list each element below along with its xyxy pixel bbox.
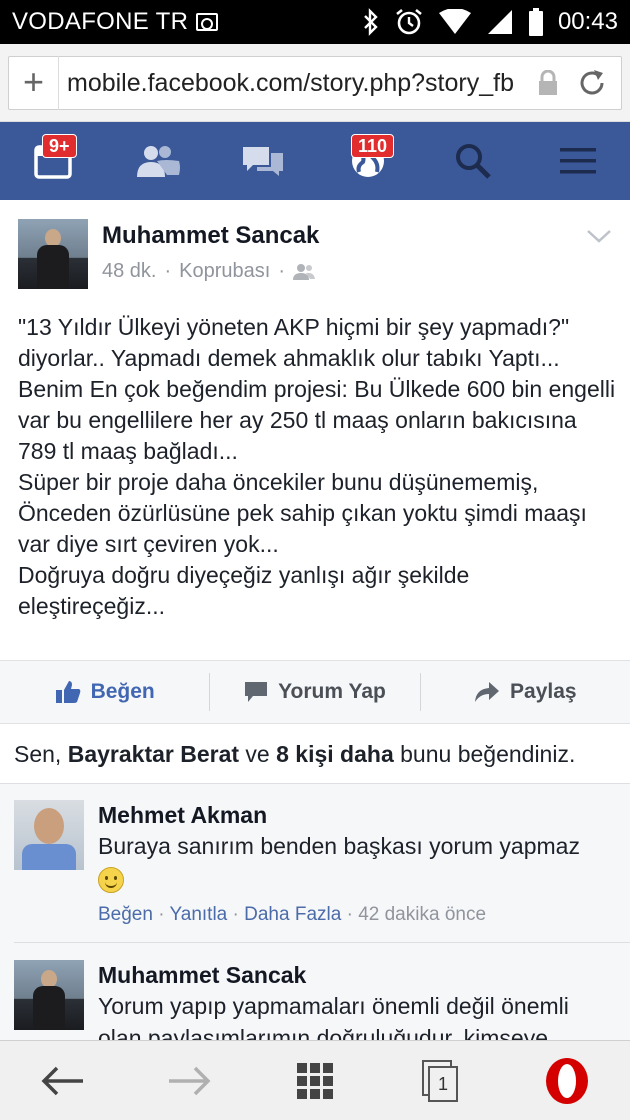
post-text: "13 Yıldır Ülkeyi yöneten AKP hiçmi bir … <box>18 314 616 619</box>
comment-meta-sep: · <box>152 904 170 925</box>
likes-name[interactable]: Bayraktar Berat <box>68 741 239 767</box>
browser-address-bar: + mobile.facebook.com/story.php?story_fb <box>0 44 630 122</box>
meta-separator: · <box>278 260 285 282</box>
bluetooth-icon <box>364 8 378 36</box>
comment-body: Buraya sanırım benden başkası yorum yapm… <box>98 833 580 859</box>
nav-menu[interactable] <box>525 122 630 200</box>
post-location[interactable]: Koprubası <box>179 260 270 283</box>
meta-separator: · <box>164 260 172 282</box>
post-meta: 48 dk. · Koprubası · <box>102 260 315 283</box>
likes-summary[interactable]: Sen, Bayraktar Berat ve 8 kişi daha bunu… <box>0 724 630 784</box>
nav-search[interactable] <box>420 122 525 200</box>
comment-more-link[interactable]: Daha Fazla <box>244 904 341 925</box>
comment-meta-sep: · <box>227 904 245 925</box>
share-arrow-icon <box>475 682 500 702</box>
comments-list: Mehmet Akman Buraya sanırım benden başka… <box>0 784 630 1040</box>
post-time[interactable]: 48 dk. <box>102 260 156 283</box>
url-box[interactable]: + mobile.facebook.com/story.php?story_fb <box>8 56 622 110</box>
clock: 00:43 <box>557 8 618 35</box>
comment-label: Yorum Yap <box>278 680 386 703</box>
smiley-emoji-icon <box>98 866 124 893</box>
notification-icon <box>196 13 219 31</box>
likes-others[interactable]: 8 kişi daha <box>276 741 394 767</box>
opera-logo-icon <box>546 1057 588 1104</box>
carrier-name: VODAFONE TR <box>12 8 189 35</box>
post-author[interactable]: Muhammet Sancak <box>102 222 319 250</box>
browser-bottom-bar: 1 <box>0 1040 630 1120</box>
nav-messages[interactable] <box>210 122 315 200</box>
back-button[interactable] <box>0 1041 126 1120</box>
post-options-chevron-icon[interactable] <box>586 228 612 249</box>
facebook-nav-bar: 9+ 110 <box>0 122 630 200</box>
post-card: Muhammet Sancak 48 dk. · Koprubası · "13… <box>0 200 630 660</box>
share-label: Paylaş <box>510 680 577 703</box>
back-arrow-icon <box>41 1066 83 1095</box>
url-field[interactable]: mobile.facebook.com/story.php?story_fb <box>59 69 533 98</box>
wifi-icon <box>438 9 471 34</box>
tabs-icon: 1 <box>422 1059 460 1102</box>
grid-icon <box>297 1062 333 1099</box>
comment-button[interactable]: Yorum Yap <box>209 673 419 711</box>
search-icon <box>455 144 491 179</box>
lock-icon <box>533 70 563 96</box>
audience-friends-icon[interactable] <box>293 263 315 281</box>
comment-divider <box>14 942 630 943</box>
like-button[interactable]: Beğen <box>0 673 209 711</box>
alarm-icon <box>396 8 422 35</box>
likes-suffix: bunu beğendiniz. <box>393 741 576 767</box>
friends-icon <box>136 146 180 177</box>
reload-icon[interactable] <box>563 67 621 99</box>
likes-middle: ve <box>239 741 277 767</box>
comment-author[interactable]: Mehmet Akman <box>98 802 267 829</box>
avatar[interactable] <box>18 219 88 289</box>
nav-home[interactable]: 9+ <box>0 122 105 200</box>
tab-count: 1 <box>428 1065 458 1102</box>
nav-notifications[interactable]: 110 <box>315 122 420 200</box>
comment-text: Yorum yapıp yapmamaları önemli değil öne… <box>98 993 569 1040</box>
signal-icon <box>487 10 512 34</box>
hamburger-menu-icon <box>559 148 596 174</box>
status-bar: VODAFONE TR 00:43 <box>0 0 630 44</box>
comment-meta-sep: · <box>341 904 359 925</box>
notifications-badge: 110 <box>351 134 395 158</box>
post-actions-bar: Beğen Yorum Yap Paylaş <box>0 660 630 724</box>
requests-badge: 9+ <box>42 134 77 158</box>
like-label: Beğen <box>90 680 155 703</box>
comment-like-link[interactable]: Beğen <box>98 904 153 925</box>
avatar[interactable] <box>14 960 84 1030</box>
avatar[interactable] <box>14 800 84 870</box>
opera-menu-button[interactable] <box>504 1041 630 1120</box>
speed-dial-button[interactable] <box>252 1041 378 1120</box>
comment-reply-link[interactable]: Yanıtla <box>170 904 228 925</box>
comment-meta: Beğen · Yanıtla · Daha Fazla · 42 dakika… <box>98 904 486 926</box>
comment-text: Buraya sanırım benden başkası yorum yapm… <box>98 830 618 894</box>
new-tab-plus-icon[interactable]: + <box>9 56 59 110</box>
share-button[interactable]: Paylaş <box>419 673 630 711</box>
battery-icon <box>528 8 543 36</box>
comment-author[interactable]: Muhammet Sancak <box>98 962 306 989</box>
forward-arrow-icon <box>169 1066 211 1095</box>
tabs-button[interactable]: 1 <box>378 1041 504 1120</box>
comment-icon <box>245 682 268 702</box>
comment-time[interactable]: 42 dakika önce <box>358 904 486 925</box>
messages-icon <box>242 147 283 176</box>
nav-friends[interactable] <box>105 122 210 200</box>
thumbs-up-icon <box>55 681 80 703</box>
likes-prefix: Sen, <box>14 741 68 767</box>
forward-button[interactable] <box>126 1041 252 1120</box>
